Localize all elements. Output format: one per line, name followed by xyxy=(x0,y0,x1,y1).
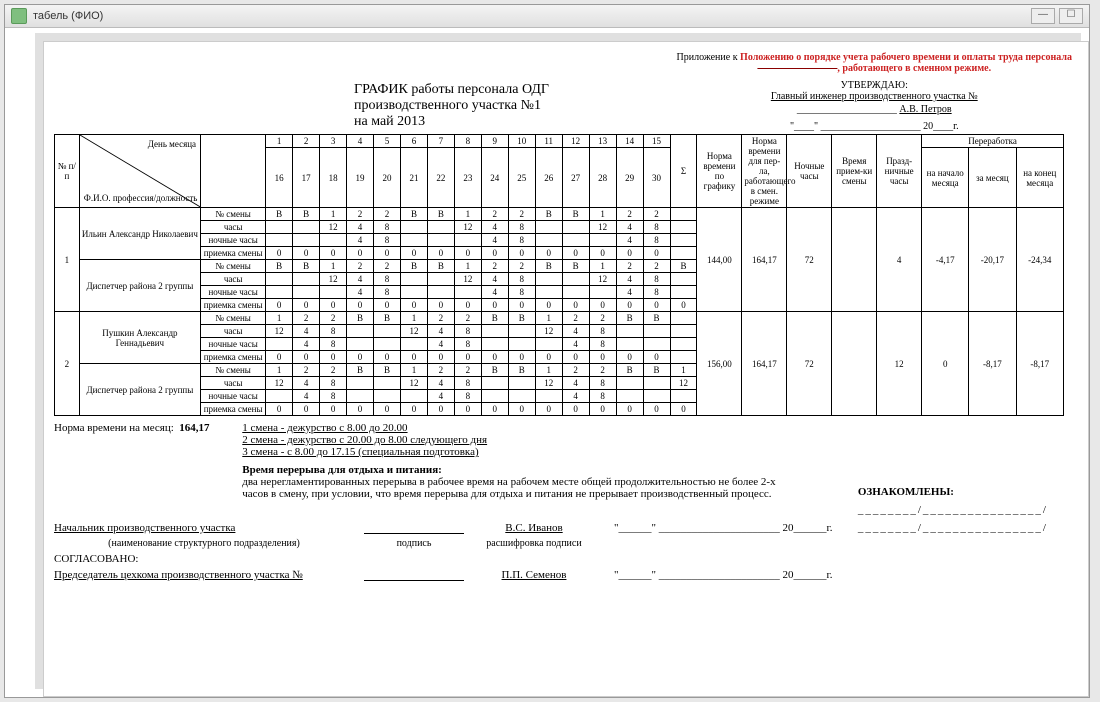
timesheet-table: № п/п День месяца Ф.И.О. профессия/должн… xyxy=(54,134,1064,416)
app-icon xyxy=(11,8,27,24)
maximize-button[interactable]: ☐ xyxy=(1059,8,1083,24)
window-title: табель (ФИО) xyxy=(33,10,103,22)
diagonal-header: День месяца Ф.И.О. профессия/должность xyxy=(79,135,200,208)
app-window: табель (ФИО) — ☐ Приложение к Положению … xyxy=(4,4,1090,698)
document: Приложение к Положению о порядке учета р… xyxy=(43,41,1089,697)
titlebar: табель (ФИО) — ☐ xyxy=(5,5,1089,28)
signatures: Начальник производственного участка В.С.… xyxy=(54,522,1078,581)
approval-block: Приложение к Положению о порядке учета р… xyxy=(677,52,1072,132)
minimize-button[interactable]: — xyxy=(1031,8,1055,24)
